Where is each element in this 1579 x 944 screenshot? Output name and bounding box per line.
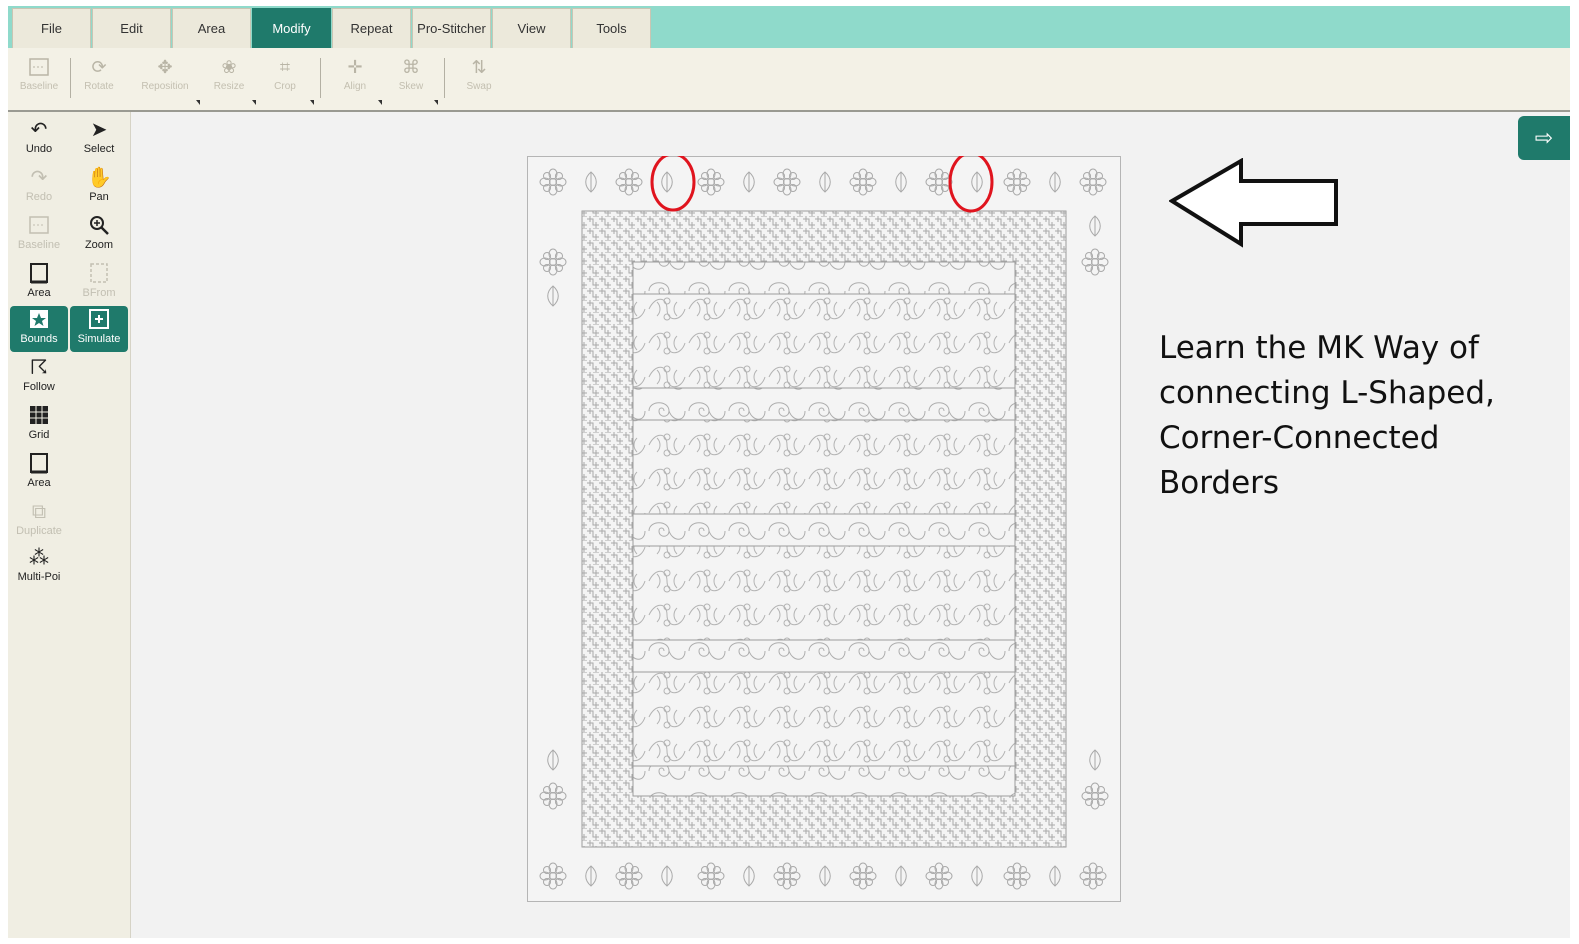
resize-icon: ❀ bbox=[221, 57, 237, 77]
pan-button[interactable]: ✋ Pan bbox=[70, 164, 128, 210]
bfrom-button[interactable]: BFrom bbox=[70, 260, 128, 306]
bfrom-icon bbox=[87, 262, 111, 286]
baseline-icon bbox=[27, 214, 51, 238]
reposition-icon: ✥ bbox=[157, 57, 173, 77]
toolbar-divider bbox=[444, 58, 445, 98]
select-button[interactable]: ➤ Select bbox=[70, 116, 128, 162]
dropdown-indicator bbox=[310, 100, 314, 105]
duplicate-icon: ⧉ bbox=[31, 501, 47, 523]
floral-block bbox=[632, 671, 1016, 767]
expand-panel-button[interactable]: ⇨ bbox=[1518, 116, 1570, 160]
note-line: connecting L-Shaped, bbox=[1159, 375, 1495, 411]
reposition-button[interactable]: ✥ Reposition bbox=[138, 56, 192, 106]
swirl-row bbox=[632, 765, 1016, 797]
multi-point-button[interactable]: ⁂ Multi-Poi bbox=[10, 544, 68, 590]
arrow-right-icon: ⇨ bbox=[1534, 125, 1554, 150]
tab-repeat[interactable]: Repeat bbox=[332, 8, 411, 48]
instruction-note: Learn the MK Way of connecting L-Shaped,… bbox=[1159, 326, 1539, 506]
undo-icon: ↶ bbox=[30, 119, 48, 141]
area-icon bbox=[27, 262, 51, 286]
tab-modify[interactable]: Modify bbox=[252, 8, 331, 48]
tab-file[interactable]: File bbox=[12, 8, 91, 48]
follow-icon: ☈ bbox=[30, 357, 48, 379]
grid-button[interactable]: Grid bbox=[10, 402, 68, 448]
dropdown-indicator bbox=[196, 100, 200, 105]
zoom-icon bbox=[87, 214, 111, 238]
simulate-button[interactable]: Simulate bbox=[70, 306, 128, 352]
toolbar-divider bbox=[320, 58, 321, 98]
baseline-tool-button[interactable]: Baseline bbox=[10, 212, 68, 258]
floral-block bbox=[632, 293, 1016, 389]
zoom-button[interactable]: Zoom bbox=[70, 212, 128, 258]
crop-icon: ⌗ bbox=[279, 57, 291, 77]
left-tool-panel: ↶ Undo ➤ Select ↷ Redo ✋ Pan Baseline Zo… bbox=[8, 112, 131, 938]
tab-pro-stitcher[interactable]: Pro-Stitcher bbox=[412, 8, 491, 48]
note-line: Borders bbox=[1159, 465, 1280, 501]
bounds-button[interactable]: Bounds bbox=[10, 306, 68, 352]
arrow-left-icon bbox=[1169, 158, 1338, 248]
quilt-design[interactable] bbox=[527, 156, 1121, 902]
note-line: Corner-Connected bbox=[1159, 420, 1440, 456]
tab-area[interactable]: Area bbox=[172, 8, 251, 48]
select-icon: ➤ bbox=[90, 119, 108, 141]
tab-edit[interactable]: Edit bbox=[92, 8, 171, 48]
crop-button[interactable]: ⌗ Crop bbox=[258, 56, 312, 106]
redo-button[interactable]: ↷ Redo bbox=[10, 164, 68, 210]
resize-button[interactable]: ❀ Resize bbox=[202, 56, 256, 106]
undo-button[interactable]: ↶ Undo bbox=[10, 116, 68, 162]
simulate-icon bbox=[87, 308, 111, 332]
tab-tools[interactable]: Tools bbox=[572, 8, 651, 48]
align-button[interactable]: ✛ Align bbox=[328, 56, 382, 106]
swirl-row bbox=[632, 639, 1016, 673]
bounds-icon bbox=[27, 308, 51, 332]
swap-button[interactable]: ⇅ Swap bbox=[452, 56, 506, 106]
note-line: Learn the MK Way of bbox=[1159, 330, 1479, 366]
align-icon: ✛ bbox=[347, 57, 363, 77]
follow-button[interactable]: ☈ Follow bbox=[10, 354, 68, 400]
duplicate-button[interactable]: ⧉ Duplicate bbox=[10, 498, 68, 544]
menu-bar: File Edit Area Modify Repeat Pro-Stitche… bbox=[8, 6, 1570, 48]
floral-block bbox=[632, 545, 1016, 641]
area-button-2[interactable]: Area bbox=[10, 450, 68, 496]
swirl-row bbox=[632, 387, 1016, 421]
area-icon bbox=[27, 452, 51, 476]
baseline-button[interactable]: Baseline bbox=[12, 56, 66, 106]
swirl-row bbox=[632, 261, 1016, 295]
multi-point-icon: ⁂ bbox=[29, 547, 49, 569]
design-canvas[interactable]: ⇨ Learn the MK Way of connecting L-Shape… bbox=[131, 112, 1570, 938]
rotate-button[interactable]: ⟳ Rotate bbox=[72, 56, 126, 106]
grid-icon bbox=[27, 404, 51, 428]
swap-icon: ⇅ bbox=[471, 57, 487, 77]
dropdown-indicator bbox=[378, 100, 382, 105]
baseline-icon bbox=[28, 56, 50, 78]
modify-toolbar: Baseline ⟳ Rotate ✥ Reposition ❀ Resize … bbox=[8, 48, 1570, 112]
skew-icon: ⌘ bbox=[402, 57, 420, 77]
toolbar-divider bbox=[70, 58, 71, 98]
dropdown-indicator bbox=[434, 100, 438, 105]
app-window: File Edit Area Modify Repeat Pro-Stitche… bbox=[8, 6, 1570, 938]
pan-hand-icon: ✋ bbox=[87, 167, 112, 189]
skew-button[interactable]: ⌘ Skew bbox=[384, 56, 438, 106]
rotate-icon: ⟳ bbox=[91, 57, 107, 77]
area-button[interactable]: Area bbox=[10, 260, 68, 306]
dropdown-indicator bbox=[252, 100, 256, 105]
floral-block bbox=[632, 419, 1016, 515]
swirl-row bbox=[632, 513, 1016, 547]
tab-view[interactable]: View bbox=[492, 8, 571, 48]
redo-icon: ↷ bbox=[30, 167, 48, 189]
